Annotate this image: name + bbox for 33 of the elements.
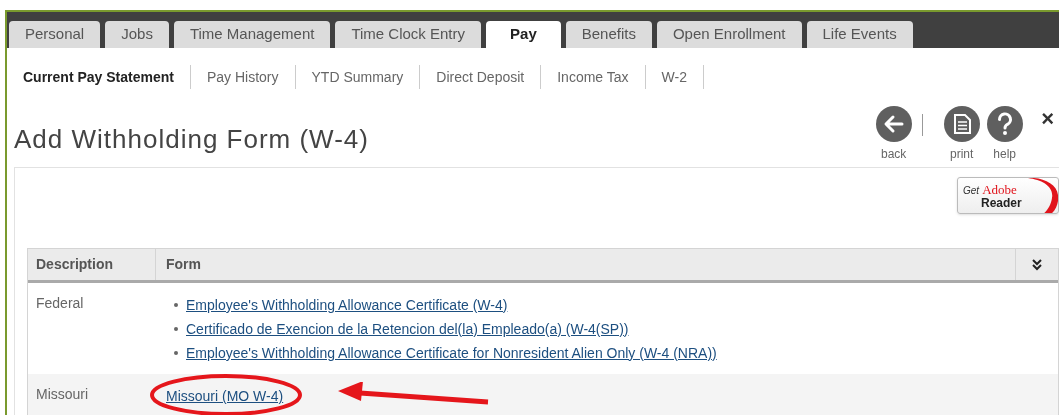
- tab[interactable]: Jobs: [105, 21, 169, 48]
- tab[interactable]: Life Events: [806, 21, 913, 48]
- page-title: Add Withholding Form (W-4): [14, 123, 369, 156]
- column-header: Description: [28, 249, 156, 280]
- help-button[interactable]: help: [986, 106, 1024, 163]
- double-chevron-icon[interactable]: [1032, 258, 1042, 271]
- tab[interactable]: Time Clock Entry: [335, 21, 482, 48]
- print-button[interactable]: print: [943, 106, 981, 163]
- get-label: Get: [963, 185, 980, 196]
- tab[interactable]: Open Enrollment: [656, 21, 802, 48]
- subnav-link[interactable]: YTD Summary: [295, 66, 420, 88]
- form-link[interactable]: Certificado de Exencion de la Retencion del(la) Empleado(a) (W-4(SP)): [186, 318, 629, 340]
- tab[interactable]: Time Management: [173, 21, 331, 48]
- help-icon: [986, 106, 1023, 142]
- adobe-reader-badge[interactable]: Get Adobe Reader: [957, 177, 1059, 214]
- adobe-label: Adobe: [982, 182, 1017, 196]
- form-link[interactable]: Employee's Withholding Allowance Certificate (W-4): [186, 294, 508, 316]
- form-link[interactable]: Employee's Withholding Allowance Certificate for Nonresident Alien Only (W-4 (NRA)): [186, 342, 717, 364]
- tab[interactable]: Pay: [486, 21, 561, 48]
- subnav-link[interactable]: Direct Deposit: [420, 66, 541, 88]
- back-button[interactable]: back: [875, 106, 913, 163]
- table-cell-text: Missouri: [35, 385, 90, 404]
- document-icon: [943, 106, 980, 142]
- column-header: Form: [165, 255, 202, 274]
- subnav-link[interactable]: W-2: [645, 66, 703, 88]
- reader-label: Reader: [981, 196, 1023, 209]
- close-icon[interactable]: ×: [1041, 108, 1054, 130]
- tab[interactable]: Personal: [9, 21, 101, 48]
- table-cell-text: Federal: [35, 294, 85, 313]
- subnav-link[interactable]: Current Pay Statement: [23, 66, 190, 88]
- subnav-link[interactable]: Pay History: [190, 66, 295, 88]
- subnav-link[interactable]: Income Tax: [541, 66, 645, 88]
- tab[interactable]: Benefits: [565, 21, 652, 48]
